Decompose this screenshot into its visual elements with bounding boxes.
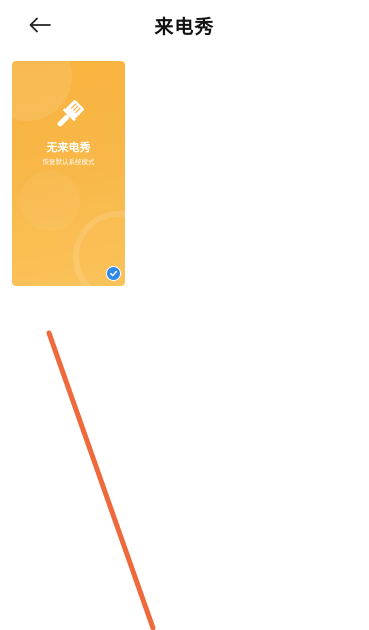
top-bar: 来电秀 [0,0,369,52]
card-subtitle: 恢复默认系统模式 [42,158,95,166]
card-decoration [20,171,80,231]
card-title: 无来电秀 [46,141,91,154]
theme-card-none[interactable]: 无来电秀 恢复默认系统模式 [12,61,125,286]
page-title: 来电秀 [154,16,215,38]
paint-brush-icon [57,100,84,127]
selected-check-icon [106,266,121,281]
